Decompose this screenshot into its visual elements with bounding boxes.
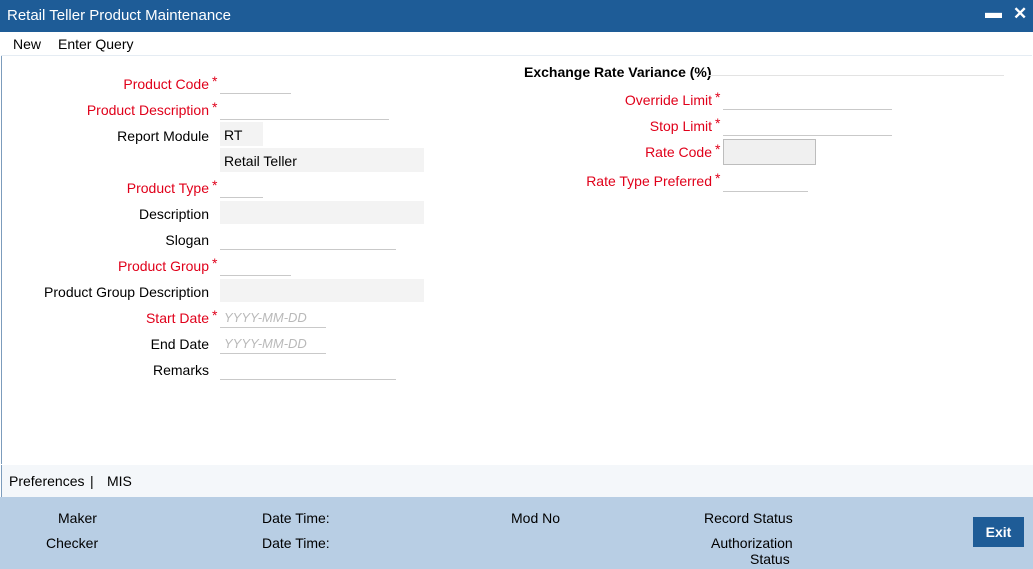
required-marker: *	[212, 255, 218, 271]
window-title: Retail Teller Product Maintenance	[7, 7, 232, 24]
override-limit-input[interactable]	[723, 88, 892, 110]
subsystem-tabbar: Preferences | MIS	[1, 465, 1033, 497]
required-marker: *	[715, 115, 721, 131]
maker-label: Maker	[58, 510, 97, 526]
report-module-value: RT	[224, 127, 243, 143]
window-titlebar: Retail Teller Product Maintenance ▬ ✕	[0, 0, 1033, 32]
close-icon[interactable]: ✕	[1013, 4, 1027, 24]
description-label: Description	[138, 206, 209, 222]
required-marker: *	[212, 73, 218, 89]
report-module-label: Report Module	[117, 128, 209, 144]
product-group-input[interactable]	[220, 254, 291, 276]
override-limit-label: Override Limit	[624, 92, 712, 108]
menu-enter-query[interactable]: Enter Query	[58, 36, 133, 52]
mod-no-label: Mod No	[511, 510, 561, 526]
maker-date-time-label: Date Time:	[262, 510, 330, 526]
required-marker: *	[212, 99, 218, 115]
tab-mis[interactable]: MIS	[107, 473, 132, 489]
stop-limit-input[interactable]	[723, 114, 892, 136]
rate-code-input[interactable]	[723, 139, 816, 165]
product-description-input[interactable]	[220, 98, 389, 120]
remarks-input[interactable]	[220, 358, 396, 380]
required-marker: *	[715, 89, 721, 105]
required-marker: *	[212, 307, 218, 323]
description-field	[220, 201, 424, 224]
tab-preferences[interactable]: Preferences	[9, 473, 84, 489]
stop-limit-label: Stop Limit	[649, 118, 712, 134]
start-date-input[interactable]	[220, 306, 326, 328]
end-date-label: End Date	[150, 336, 209, 352]
slogan-input[interactable]	[220, 228, 396, 250]
menu-new[interactable]: New	[13, 36, 41, 52]
product-code-input[interactable]	[220, 72, 291, 94]
product-group-label: Product Group	[117, 258, 209, 274]
start-date-label: Start Date	[145, 310, 209, 326]
minimize-icon[interactable]: ▬	[985, 3, 1002, 23]
required-marker: *	[212, 177, 218, 193]
rate-code-label: Rate Code	[645, 144, 712, 160]
end-date-input[interactable]	[220, 332, 326, 354]
required-marker: *	[715, 141, 721, 157]
product-type-input[interactable]	[220, 176, 263, 198]
authorization-status-label-line2: Status	[750, 551, 790, 567]
authorization-status-label-line1: Authorization	[711, 535, 793, 551]
remarks-label: Remarks	[152, 362, 209, 378]
checker-label: Checker	[46, 535, 99, 551]
product-type-label: Product Type	[126, 180, 209, 196]
exit-button[interactable]: Exit	[973, 517, 1024, 547]
product-code-label: Product Code	[123, 76, 209, 92]
checker-date-time-label: Date Time:	[262, 535, 330, 551]
product-group-description-field	[220, 279, 424, 302]
exchange-rate-variance-header: Exchange Rate Variance (%)	[524, 64, 712, 80]
report-module-desc: Retail Teller	[224, 153, 297, 169]
slogan-label: Slogan	[165, 232, 209, 248]
record-status-label: Record Status	[704, 510, 793, 526]
rate-type-preferred-input[interactable]	[723, 170, 808, 192]
section-divider	[708, 75, 1004, 76]
audit-footer	[0, 497, 1033, 569]
menu-bar: New Enter Query	[1, 32, 1032, 56]
product-group-description-label: Product Group Description	[44, 284, 209, 300]
product-description-label: Product Description	[86, 102, 209, 118]
tab-separator: |	[90, 473, 94, 489]
required-marker: *	[715, 170, 721, 186]
rate-type-preferred-label: Rate Type Preferred	[586, 173, 712, 189]
